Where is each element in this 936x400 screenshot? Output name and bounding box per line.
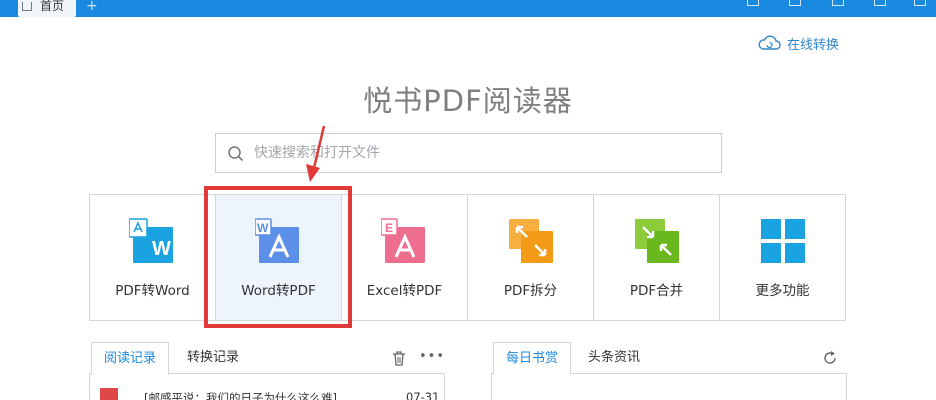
- tool-word-to-pdf-label: Word转PDF: [241, 283, 316, 299]
- search-box[interactable]: [215, 133, 722, 173]
- add-tab-button[interactable]: +: [86, 0, 98, 13]
- word-to-pdf-icon: W: [254, 218, 299, 263]
- tool-pdf-split-label: PDF拆分: [503, 283, 558, 299]
- svg-text:W: W: [257, 221, 269, 235]
- search-icon: [228, 146, 244, 162]
- svg-text:W: W: [152, 238, 171, 260]
- app-title: 悦书PDF阅读器: [363, 84, 573, 118]
- tool-pdf-to-word[interactable]: W PDF转Word: [90, 195, 216, 320]
- tool-word-to-pdf[interactable]: W Word转PDF: [216, 195, 342, 320]
- recent-item-title: [邮感平说：我们的日子为什么这么难]: [144, 391, 337, 400]
- feed-panel: 每日书赏 头条资讯: [491, 342, 847, 400]
- history-panel: 阅读记录 转换记录 ••• [邮感平说：我们的日子为什么这么难] 07-31: [89, 342, 445, 400]
- maximize-button[interactable]: [874, 0, 886, 6]
- online-convert-button[interactable]: 在线转换: [757, 33, 839, 53]
- tab-daily-books[interactable]: 每日书赏: [493, 342, 572, 375]
- title-bar: 首页 +: [0, 0, 936, 17]
- pdf-merge-icon: [634, 219, 679, 263]
- tool-pdf-to-word-label: PDF转Word: [115, 283, 190, 299]
- tool-grid: W PDF转Word W Word转PDF E Excel转PDF PDF拆分: [89, 194, 846, 321]
- tool-excel-to-pdf[interactable]: E Excel转PDF: [342, 195, 468, 320]
- pdf-file-icon: [100, 388, 118, 400]
- trash-icon[interactable]: [391, 350, 407, 366]
- tool-pdf-split[interactable]: PDF拆分: [468, 195, 594, 320]
- tool-more-functions[interactable]: 更多功能: [720, 195, 845, 320]
- tab-reading-history[interactable]: 阅读记录: [91, 342, 170, 375]
- tool-excel-to-pdf-label: Excel转PDF: [366, 283, 443, 299]
- online-convert-label: 在线转换: [787, 37, 840, 53]
- cloud-icon: [758, 35, 781, 50]
- svg-text:E: E: [385, 221, 393, 235]
- refresh-icon[interactable]: [822, 350, 838, 366]
- tab-home[interactable]: 首页: [18, 0, 76, 17]
- tool-pdf-merge[interactable]: PDF合并: [594, 195, 720, 320]
- tab-home-label: 首页: [40, 0, 65, 13]
- tool-pdf-merge-label: PDF合并: [629, 283, 684, 299]
- recent-list: [邮感平说：我们的日子为什么这么难] 07-31: [89, 374, 445, 400]
- feed-tabs: 每日书赏 头条资讯: [491, 342, 847, 375]
- recent-item-date: 07-31: [406, 390, 440, 400]
- pdf-split-icon: [508, 219, 553, 263]
- history-tabs: 阅读记录 转换记录 •••: [89, 342, 445, 375]
- pdf-to-word-icon: W: [128, 218, 173, 263]
- excel-to-pdf-icon: E: [380, 218, 425, 263]
- tab-convert-history[interactable]: 转换记录: [187, 342, 239, 374]
- menu-button[interactable]: [789, 0, 801, 6]
- minimize-button[interactable]: [832, 0, 844, 6]
- tool-more-functions-label: 更多功能: [755, 283, 810, 299]
- tab-headline-news[interactable]: 头条资讯: [588, 342, 640, 374]
- more-options-icon[interactable]: •••: [419, 349, 445, 364]
- annotation-arrow-icon: [306, 125, 326, 182]
- more-functions-icon: [760, 219, 805, 263]
- feed-content: [491, 374, 847, 400]
- home-icon: [22, 2, 32, 11]
- list-item[interactable]: [邮感平说：我们的日子为什么这么难] 07-31: [100, 388, 440, 400]
- skin-button[interactable]: [747, 0, 759, 6]
- close-button[interactable]: [914, 0, 926, 6]
